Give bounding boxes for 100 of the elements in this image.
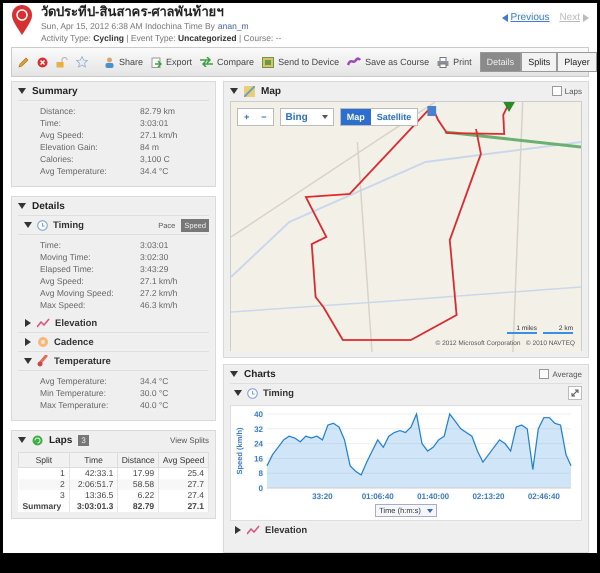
clock-icon	[247, 388, 258, 398]
expanded-triangle-icon[interactable]	[230, 370, 238, 378]
checkbox-label: Laps	[564, 86, 582, 96]
column-header: Split	[18, 452, 70, 468]
expanded-triangle-icon[interactable]	[18, 436, 26, 444]
summary-cell: Summary	[18, 501, 70, 512]
summary-cell: 3:03:01.3	[69, 501, 118, 512]
view-splits-link[interactable]: View Splits	[170, 436, 209, 444]
route-icon	[347, 57, 362, 67]
panel-title: Summary	[32, 86, 78, 96]
section-title[interactable]: Elevation	[55, 318, 98, 328]
map-icon	[244, 86, 255, 96]
stat-value: 27.2 km/h	[140, 287, 178, 299]
zoom-in-button[interactable]: +	[238, 109, 256, 125]
edit-icon[interactable]	[18, 56, 29, 68]
toolbar-action[interactable]: Print	[437, 56, 472, 68]
expanded-triangle-icon[interactable]	[18, 87, 26, 95]
stat-label: Distance:	[40, 105, 76, 117]
laps-checkbox[interactable]	[552, 86, 562, 96]
stat-value: 34.4 °C	[140, 375, 170, 387]
thermometer-icon	[37, 355, 49, 367]
previous-link[interactable]: Previous	[502, 12, 550, 23]
laps-icon	[32, 434, 43, 446]
summary-cell: 82.79	[118, 501, 159, 512]
x-tick-label: 02:13:20	[472, 492, 504, 501]
stat-value: 30.0 °C	[140, 387, 170, 399]
stat-value: 3:03:01	[140, 239, 170, 251]
expanded-triangle-icon[interactable]	[24, 357, 32, 365]
author-link[interactable]: anan_m	[218, 21, 249, 32]
stat-value: 40.0 °C	[140, 399, 170, 411]
stat-label: Elapsed Time:	[40, 263, 95, 275]
delete-icon[interactable]	[37, 56, 48, 68]
stat-value: 34.4 °C	[140, 165, 170, 177]
y-tick-label: 0	[258, 484, 263, 493]
zoom-out-button[interactable]: −	[255, 109, 273, 125]
y-tick-label: 16	[254, 454, 263, 464]
provider-dropdown[interactable]: Bing	[280, 108, 334, 126]
stat-label: Avg Temperature:	[40, 165, 108, 177]
activity-title: วัดประทีป-สินสาคร-ศาลพันท้ายฯ	[41, 4, 225, 20]
stat-value: 3:02:30	[140, 251, 170, 263]
section-title[interactable]: Cadence	[54, 336, 94, 348]
average-checkbox[interactable]	[539, 369, 550, 379]
export-icon	[151, 56, 162, 68]
stat-label: Moving Time:	[40, 251, 92, 263]
expanded-triangle-icon[interactable]	[18, 202, 26, 210]
expand-icon[interactable]	[568, 386, 582, 400]
lap-count: 3	[78, 434, 89, 446]
compare-icon	[200, 57, 214, 67]
stat-label: Max Temperature:	[40, 399, 110, 411]
panel-title: Laps	[49, 434, 72, 446]
table-cell: 27.4	[158, 490, 208, 501]
device-icon	[262, 56, 274, 68]
collapsed-triangle-icon[interactable]	[234, 526, 242, 534]
toolbar-action[interactable]: Export	[151, 56, 192, 68]
toolbar-action[interactable]: Share	[104, 56, 144, 68]
collapsed-triangle-icon[interactable]	[24, 338, 32, 346]
collapsed-triangle-icon[interactable]	[24, 319, 32, 327]
panel-title: Details	[32, 200, 65, 212]
activity-info: Activity Type: Cycling | Event Type: Uncategorized | Course: --	[41, 33, 282, 44]
section-title[interactable]: Temperature	[54, 356, 111, 366]
stat-value: 3:43:29	[140, 263, 170, 275]
toolbar-action[interactable]: Compare	[200, 57, 254, 67]
x-tick-label: 33:20	[312, 492, 333, 501]
section-title[interactable]: Timing	[53, 220, 84, 230]
view-tab[interactable]: Player	[557, 52, 597, 72]
stat-label: Max Speed:	[40, 299, 86, 311]
table-cell: 13:36.5	[69, 490, 118, 501]
person-icon	[104, 56, 115, 68]
printer-icon	[437, 56, 450, 68]
stat-value: 46.3 km/h	[140, 299, 178, 311]
toolbar-action[interactable]: Send to Device	[262, 56, 340, 68]
toolbar-action[interactable]: Save as Course	[347, 57, 430, 67]
table-cell: 6.22	[118, 490, 159, 501]
y-tick-label: 24	[254, 440, 263, 449]
stat-label: Avg Speed:	[40, 275, 85, 287]
stat-value: 84 m	[140, 141, 160, 153]
summary-cell: 27.1	[158, 501, 208, 512]
caret-icon	[426, 508, 433, 512]
panel-title: Map	[261, 86, 281, 96]
star-icon[interactable]	[76, 56, 88, 68]
stat-value: 3:03:01	[140, 117, 170, 129]
stat-label: Elevation Gain:	[40, 141, 99, 153]
elevation-icon	[37, 318, 50, 328]
right-arrow-icon	[583, 14, 589, 22]
x-tick-label: 01:40:00	[417, 492, 450, 501]
section-title[interactable]: Elevation	[265, 524, 308, 536]
expanded-triangle-icon[interactable]	[24, 221, 32, 229]
panel-title: Charts	[244, 368, 276, 380]
view-tab[interactable]: Splits	[521, 52, 558, 72]
section-title[interactable]: Timing	[263, 388, 294, 398]
y-tick-label: 32	[254, 424, 263, 434]
elevation-icon	[247, 525, 260, 535]
stat-value: 82.79 km	[140, 105, 176, 117]
expanded-triangle-icon[interactable]	[234, 389, 242, 397]
stat-label: Avg Moving Speed:	[40, 287, 115, 299]
map-mode-tab[interactable]: Satellite	[370, 109, 418, 125]
y-tick-label: 8	[258, 469, 263, 478]
x-tick-label: 01:06:40	[362, 492, 394, 501]
map-mode-tab[interactable]: Map	[340, 109, 371, 125]
expanded-triangle-icon[interactable]	[230, 87, 238, 95]
